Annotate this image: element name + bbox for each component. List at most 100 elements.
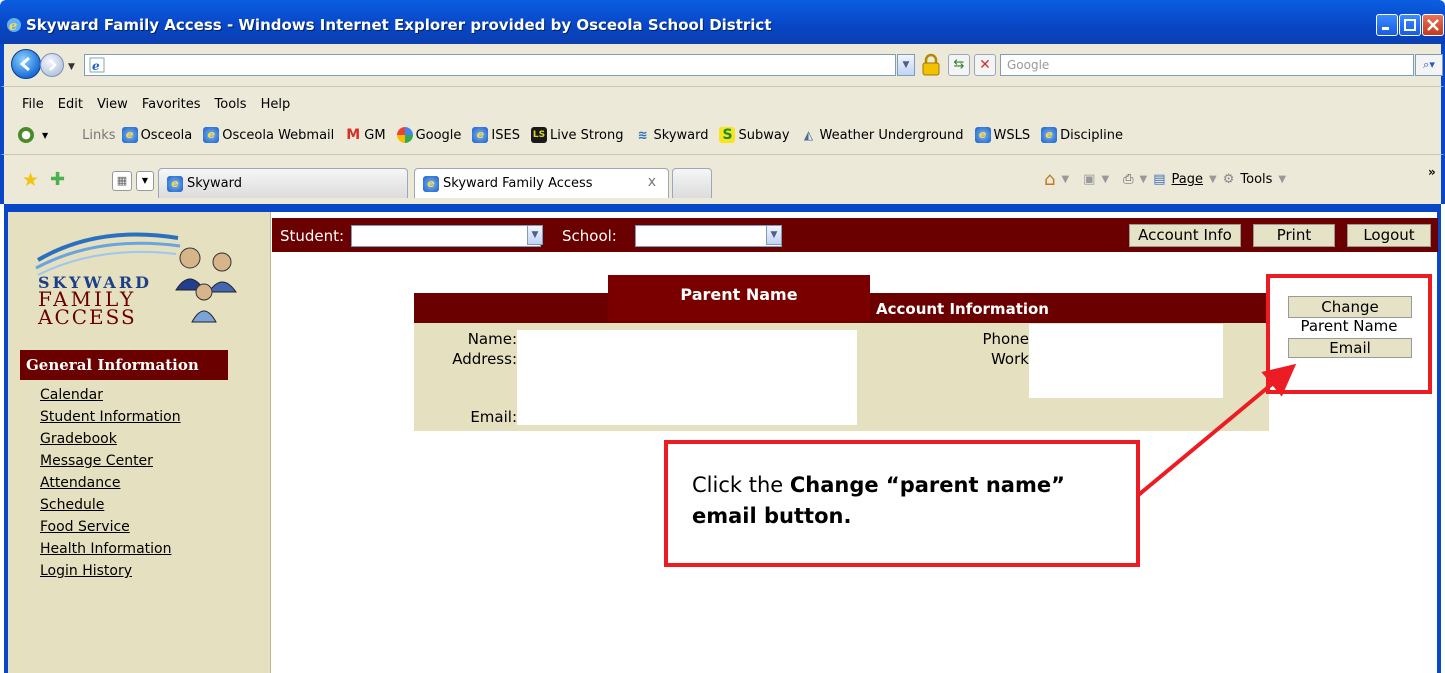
logout-button[interactable]: Logout bbox=[1347, 224, 1431, 247]
gmail-icon: M bbox=[346, 127, 361, 143]
ie-page-icon: e bbox=[423, 175, 439, 192]
favorites-star-icon[interactable]: ★ bbox=[22, 169, 39, 191]
home-dropdown-icon[interactable]: ▼ bbox=[1061, 174, 1069, 185]
ie-page-icon: e bbox=[121, 127, 138, 143]
instruction-prefix: Click the bbox=[692, 473, 790, 497]
minimize-button[interactable] bbox=[1376, 14, 1398, 36]
sidebar-item-gradebook[interactable]: Gradebook bbox=[40, 428, 181, 450]
menu-view[interactable]: View bbox=[97, 97, 128, 112]
page-icon: e bbox=[89, 57, 105, 77]
address-input[interactable]: e bbox=[84, 54, 896, 76]
link-subway[interactable]: S Subway bbox=[719, 127, 790, 143]
sidebar-item-login-history[interactable]: Login History bbox=[40, 560, 181, 582]
close-tab-icon[interactable]: x bbox=[648, 174, 656, 190]
sidebar-item-health-information[interactable]: Health Information bbox=[40, 538, 181, 560]
ie-page-icon: e bbox=[1041, 127, 1058, 143]
link-google[interactable]: Google bbox=[396, 127, 461, 143]
sidebar: SKYWARD FAMILY ACCESS General Informatio… bbox=[8, 212, 271, 673]
instruction-callout: Click the Change “parent name” email but… bbox=[664, 440, 1140, 567]
links-label: Links bbox=[82, 127, 116, 143]
page-dropdown-icon[interactable]: ▼ bbox=[1209, 174, 1217, 185]
name-label: Name: bbox=[467, 330, 517, 348]
add-favorite-icon[interactable]: ✚ bbox=[50, 169, 65, 190]
tab-skyward-family-access[interactable]: e Skyward Family Access x bbox=[414, 168, 669, 198]
ie-logo-icon: e bbox=[5, 16, 23, 38]
search-placeholder: Google bbox=[1007, 58, 1050, 72]
sidebar-item-calendar[interactable]: Calendar bbox=[40, 384, 181, 406]
sidebar-item-food-service[interactable]: Food Service bbox=[40, 516, 181, 538]
forward-button[interactable] bbox=[40, 53, 64, 77]
page-menu[interactable]: Page bbox=[1172, 172, 1203, 187]
menu-favorites[interactable]: Favorites bbox=[142, 97, 201, 112]
svg-text:ACCESS: ACCESS bbox=[37, 305, 137, 329]
general-information-header: General Information bbox=[20, 350, 228, 380]
link-osceola[interactable]: e Osceola bbox=[121, 127, 192, 143]
refresh-icon[interactable]: ⇆ bbox=[948, 54, 970, 76]
maximize-button[interactable] bbox=[1399, 14, 1421, 36]
email-label: Email: bbox=[470, 408, 517, 426]
menu-edit[interactable]: Edit bbox=[58, 97, 83, 112]
subway-icon: S bbox=[719, 127, 736, 143]
link-weather-underground[interactable]: ◭ Weather Underground bbox=[801, 127, 964, 143]
home-icon[interactable]: ⌂ bbox=[1044, 169, 1055, 190]
school-dropdown-icon[interactable]: ▼ bbox=[766, 225, 782, 245]
search-icon[interactable]: ⌕▾ bbox=[1415, 54, 1443, 76]
sidebar-item-attendance[interactable]: Attendance bbox=[40, 472, 181, 494]
menu-tools[interactable]: Tools bbox=[215, 97, 247, 112]
feeds-dropdown-icon[interactable]: ▼ bbox=[1101, 174, 1109, 185]
ie-page-icon: e bbox=[203, 127, 220, 143]
link-discipline[interactable]: e Discipline bbox=[1041, 127, 1123, 143]
link-ises[interactable]: e ISES bbox=[472, 127, 520, 143]
weather-icon: ◭ bbox=[803, 128, 814, 142]
tools-menu[interactable]: Tools bbox=[1240, 172, 1272, 187]
lock-icon[interactable] bbox=[920, 53, 942, 81]
link-live-strong[interactable]: LS Live Strong bbox=[530, 127, 624, 143]
messenger-icon[interactable]: ● bbox=[18, 127, 34, 143]
sidebar-item-message-center[interactable]: Message Center bbox=[40, 450, 181, 472]
phone-label: Phone: bbox=[982, 330, 1034, 348]
student-select[interactable] bbox=[351, 225, 541, 247]
student-label: Student: bbox=[280, 227, 345, 245]
livestrong-icon: LS bbox=[530, 127, 547, 143]
ie-page-icon: e bbox=[974, 127, 991, 143]
address-dropdown-icon[interactable]: ▼ bbox=[897, 54, 915, 76]
print-button[interactable]: Print bbox=[1253, 224, 1335, 247]
ie-page-icon: e bbox=[472, 127, 489, 143]
feeds-icon[interactable]: ▣ bbox=[1083, 172, 1095, 187]
menu-file[interactable]: File bbox=[22, 97, 44, 112]
print-dropdown-icon[interactable]: ▼ bbox=[1140, 174, 1148, 185]
tab-skyward[interactable]: e Skyward bbox=[158, 168, 408, 198]
tab-toolbar: ★ ✚ ▦ ▼ e Skyward e Skyward Family Acces… bbox=[0, 154, 1445, 204]
link-gm[interactable]: M GM bbox=[345, 127, 385, 143]
search-input[interactable]: Google bbox=[1000, 54, 1414, 76]
change-email-button[interactable]: Change bbox=[1288, 296, 1412, 318]
window-title: Skyward Family Access - Windows Internet… bbox=[26, 16, 772, 34]
account-info-button[interactable]: Account Info bbox=[1129, 224, 1241, 247]
more-chevron-icon[interactable]: » bbox=[1428, 165, 1436, 179]
back-button[interactable] bbox=[11, 49, 41, 79]
email-button[interactable]: Email bbox=[1288, 338, 1412, 358]
tools-dropdown-icon[interactable]: ▼ bbox=[1278, 174, 1286, 185]
messenger-dropdown-icon[interactable]: ▼ bbox=[42, 131, 48, 140]
print-icon[interactable]: ⎙ bbox=[1123, 172, 1133, 187]
tab-list-dropdown-icon[interactable]: ▼ bbox=[136, 171, 154, 191]
link-wsls[interactable]: e WSLS bbox=[974, 127, 1030, 143]
command-bar: ⌂ ▼ ▣ ▼ ⎙ ▼ ▤ Page ▼ ⚙ Tools ▼ bbox=[1044, 169, 1286, 190]
address-label: Address: bbox=[452, 350, 517, 368]
student-dropdown-icon[interactable]: ▼ bbox=[527, 225, 543, 245]
stop-icon[interactable]: ✕ bbox=[974, 54, 996, 76]
new-tab-button[interactable] bbox=[672, 168, 712, 198]
sidebar-item-student-information[interactable]: Student Information bbox=[40, 406, 181, 428]
redacted-contact-box bbox=[517, 330, 857, 425]
account-information-title: Account Information bbox=[876, 300, 1049, 318]
link-skyward[interactable]: ≋ Skyward bbox=[635, 127, 708, 143]
sidebar-item-schedule[interactable]: Schedule bbox=[40, 494, 181, 516]
menu-help[interactable]: Help bbox=[261, 97, 291, 112]
close-window-button[interactable] bbox=[1422, 14, 1444, 36]
window-title-bar: e Skyward Family Access - Windows Intern… bbox=[0, 0, 1445, 44]
quick-tabs-icon[interactable]: ▦ bbox=[112, 171, 132, 191]
link-osceola-webmail[interactable]: e Osceola Webmail bbox=[203, 127, 334, 143]
recent-pages-dropdown-icon[interactable]: ▼ bbox=[68, 62, 75, 72]
school-select[interactable] bbox=[635, 225, 782, 247]
parent-name-banner: Parent Name bbox=[608, 275, 870, 321]
